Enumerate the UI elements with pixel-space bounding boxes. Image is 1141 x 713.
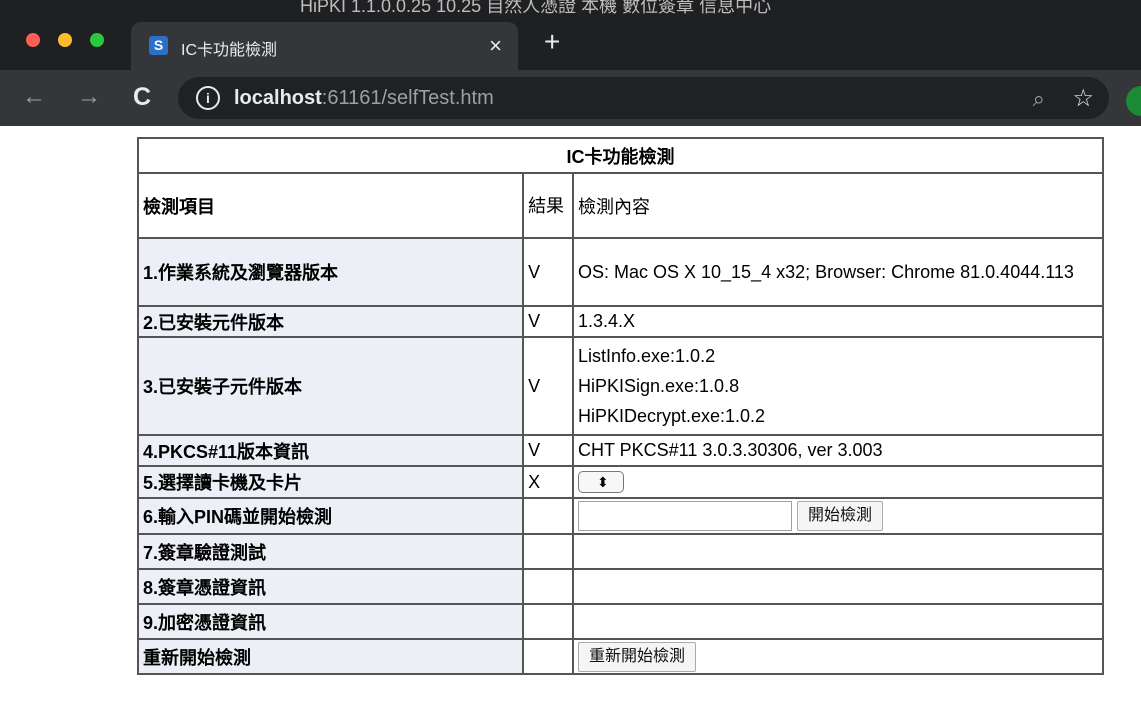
table-row: 5.選擇讀卡機及卡片 X ⬍ xyxy=(136,465,1105,499)
minimize-window-button[interactable] xyxy=(58,33,72,47)
row-result: V xyxy=(522,305,574,338)
content-line: HiPKIDecrypt.exe:1.0.2 xyxy=(577,406,766,426)
row-content xyxy=(571,533,1105,570)
browser-toolbar: ← → C i localhost:61161/selfTest.htm ⌕ ☆ xyxy=(0,70,1141,126)
row-item: 1.作業系統及瀏覽器版本 xyxy=(136,237,525,307)
pin-input[interactable] xyxy=(577,501,792,531)
tab-close-icon[interactable]: × xyxy=(489,33,502,59)
zoom-icon[interactable]: ⌕ xyxy=(1033,86,1045,112)
row-result xyxy=(522,638,574,675)
table-row: 1.作業系統及瀏覽器版本 V OS: Mac OS X 10_15_4 x32;… xyxy=(136,237,1105,307)
table-row: 9.加密憑證資訊 xyxy=(136,603,1105,640)
row-item: 4.PKCS#11版本資訊 xyxy=(136,434,525,467)
row-result xyxy=(522,568,574,605)
row-item: 6.輸入PIN碼並開始檢測 xyxy=(136,497,525,535)
row-item: 重新開始檢測 xyxy=(136,638,525,675)
row-result xyxy=(522,603,574,640)
row-result: V xyxy=(522,237,574,307)
row-result: V xyxy=(522,434,574,467)
reader-select[interactable]: ⬍ xyxy=(577,471,624,494)
page-content: IC卡功能檢測 檢測項目 結果 檢測內容 1.作業系統及瀏覽器版本 V OS: … xyxy=(0,126,1141,713)
url-host: localhost xyxy=(234,87,322,109)
content-line: HiPKISign.exe:1.0.8 xyxy=(577,376,740,396)
table-row: 6.輸入PIN碼並開始檢測 開始檢測 xyxy=(136,497,1105,535)
row-content xyxy=(571,568,1105,605)
row-content: 重新開始檢測 xyxy=(571,638,1105,675)
row-content: ⬍ xyxy=(571,465,1105,499)
table-row: 2.已安裝元件版本 V 1.3.4.X xyxy=(136,305,1105,338)
start-test-button[interactable]: 開始檢測 xyxy=(797,501,884,531)
bookmark-star-icon[interactable]: ☆ xyxy=(1072,84,1094,113)
address-bar[interactable]: i localhost:61161/selfTest.htm ⌕ ☆ xyxy=(178,77,1109,119)
site-info-icon[interactable]: i xyxy=(196,86,220,110)
table-row: 7.簽章驗證測試 xyxy=(136,533,1105,570)
row-content: OS: Mac OS X 10_15_4 x32; Browser: Chrom… xyxy=(571,237,1105,307)
select-arrows-icon: ⬍ xyxy=(596,474,609,491)
header-row: 檢測項目 結果 檢測內容 xyxy=(136,172,1105,239)
restart-test-button[interactable]: 重新開始檢測 xyxy=(577,641,696,672)
row-content: CHT PKCS#11 3.0.3.30306, ver 3.003 xyxy=(571,434,1105,467)
row-item: 3.已安裝子元件版本 xyxy=(136,336,525,436)
close-window-button[interactable] xyxy=(26,33,40,47)
row-result: X xyxy=(522,465,574,499)
zoom-window-button[interactable] xyxy=(90,33,104,47)
row-item: 9.加密憑證資訊 xyxy=(136,603,525,640)
header-content: 檢測內容 xyxy=(571,172,1105,239)
tab-bar: HiPKI 1.1.0.0.25 10.25 自然人憑證 本機 數位簽章 信息中… xyxy=(0,0,1141,70)
table-row: 4.PKCS#11版本資訊 V CHT PKCS#11 3.0.3.30306,… xyxy=(136,434,1105,467)
row-result xyxy=(522,533,574,570)
content-line: ListInfo.exe:1.0.2 xyxy=(577,346,716,366)
reload-icon[interactable]: C xyxy=(133,83,151,112)
table-row: 8.簽章憑證資訊 xyxy=(136,568,1105,605)
row-content: ListInfo.exe:1.0.2 HiPKISign.exe:1.0.8 H… xyxy=(571,336,1105,436)
tab-title: IC卡功能檢測 xyxy=(181,42,278,59)
self-test-table: IC卡功能檢測 檢測項目 結果 檢測內容 1.作業系統及瀏覽器版本 V OS: … xyxy=(136,137,1105,675)
url-text[interactable]: localhost:61161/selfTest.htm xyxy=(234,87,494,110)
row-result: V xyxy=(522,336,574,436)
tab-active[interactable]: S IC卡功能檢測 × xyxy=(131,22,518,70)
row-item: 8.簽章憑證資訊 xyxy=(136,568,525,605)
site-favicon-icon: S xyxy=(149,36,168,55)
back-arrow-icon[interactable]: ← xyxy=(22,83,46,111)
table-row: 3.已安裝子元件版本 V ListInfo.exe:1.0.2 HiPKISig… xyxy=(136,336,1105,436)
row-item: 7.簽章驗證測試 xyxy=(136,533,525,570)
browser-window: HiPKI 1.1.0.0.25 10.25 自然人憑證 本機 數位簽章 信息中… xyxy=(0,0,1141,713)
url-path: :61161/selfTest.htm xyxy=(321,87,494,109)
row-item: 5.選擇讀卡機及卡片 xyxy=(136,465,525,499)
background-window-title: HiPKI 1.1.0.0.25 10.25 自然人憑證 本機 數位簽章 信息中… xyxy=(300,0,772,16)
forward-arrow-icon[interactable]: → xyxy=(77,83,101,111)
profile-avatar[interactable] xyxy=(1126,86,1141,116)
header-item: 檢測項目 xyxy=(136,172,525,239)
new-tab-icon[interactable]: + xyxy=(544,26,560,58)
row-content: 開始檢測 xyxy=(571,497,1105,535)
table-row: 重新開始檢測 重新開始檢測 xyxy=(136,638,1105,675)
row-result xyxy=(522,497,574,535)
row-content xyxy=(571,603,1105,640)
row-content: 1.3.4.X xyxy=(571,305,1105,338)
row-item: 2.已安裝元件版本 xyxy=(136,305,525,338)
page-title: IC卡功能檢測 xyxy=(137,137,1104,174)
header-result: 結果 xyxy=(522,172,574,239)
